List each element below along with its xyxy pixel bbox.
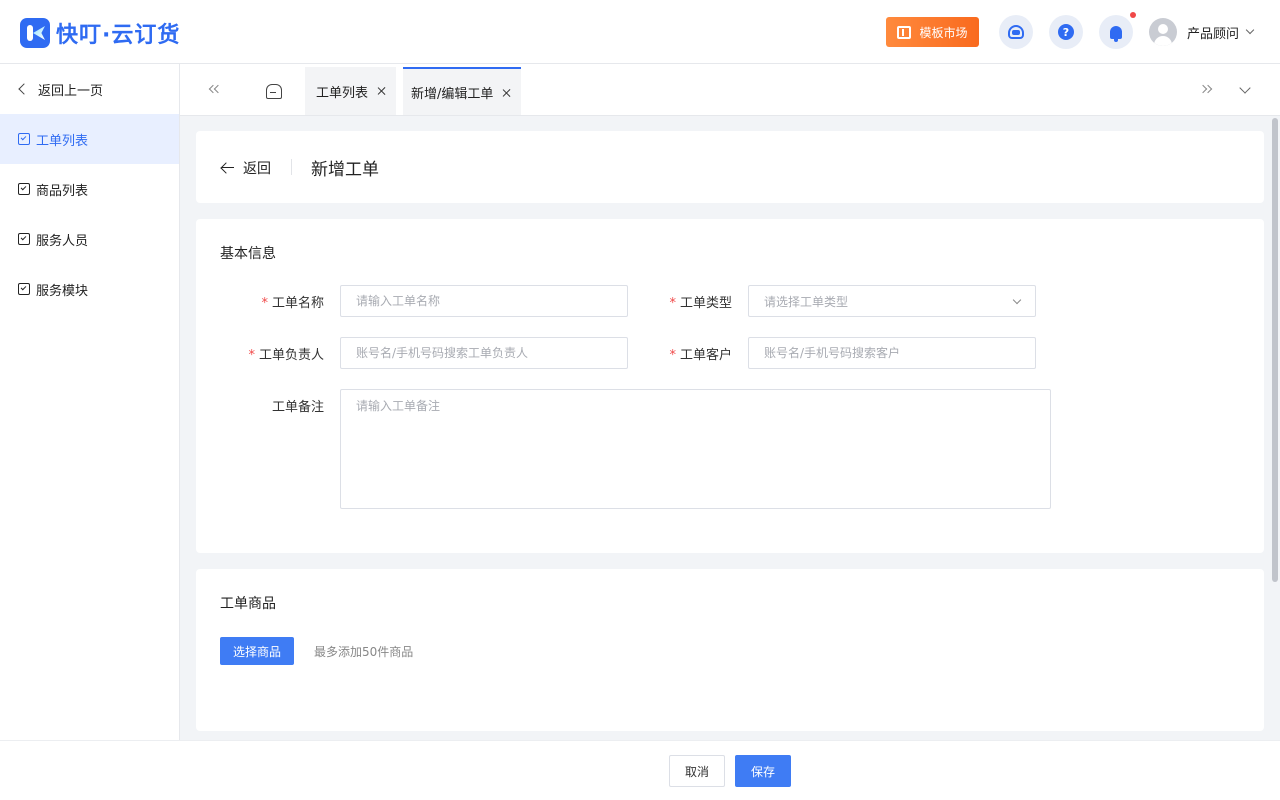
avatar bbox=[1149, 18, 1177, 46]
close-icon[interactable] bbox=[377, 86, 387, 96]
close-icon[interactable] bbox=[502, 88, 512, 98]
required-mark: * bbox=[248, 348, 255, 363]
ticket-owner-label-text: 工单负责人 bbox=[258, 348, 324, 363]
sidebar-item-label: 服务人员 bbox=[36, 233, 89, 249]
ticket-owner-label: * 工单负责人 bbox=[214, 344, 324, 363]
user-menu[interactable]: 产品顾问 bbox=[1149, 18, 1255, 46]
required-mark: * bbox=[669, 296, 676, 311]
goods-limit-hint: 最多添加50件商品 bbox=[314, 645, 414, 659]
back-label: 返回 bbox=[243, 161, 271, 177]
scrollbar-thumb[interactable] bbox=[1272, 118, 1278, 582]
select-goods-button[interactable]: 选择商品 bbox=[220, 637, 294, 665]
tab-edit-ticket[interactable]: 新增/编辑工单 bbox=[403, 67, 521, 115]
home-icon[interactable] bbox=[265, 82, 282, 99]
customer-service-button[interactable] bbox=[999, 15, 1033, 49]
brand-logo[interactable]: 快叮·云订货 bbox=[20, 17, 180, 49]
headset-icon bbox=[1008, 25, 1024, 39]
user-name: 产品顾问 bbox=[1187, 26, 1240, 42]
page-title: 新增工单 bbox=[311, 160, 379, 180]
scroll-tabs-left-icon[interactable] bbox=[208, 83, 223, 97]
ticket-remark-textarea[interactable] bbox=[340, 389, 1051, 509]
required-mark: * bbox=[669, 348, 676, 363]
calendar-check-icon bbox=[18, 283, 30, 295]
sidebar-item-label: 服务模块 bbox=[36, 283, 89, 299]
tabs-menu-chevron-icon[interactable] bbox=[1239, 82, 1251, 94]
scroll-tabs-right-icon[interactable] bbox=[1198, 83, 1214, 97]
template-market-button[interactable]: 模板市场 bbox=[886, 17, 979, 47]
tab-label: 新增/编辑工单 bbox=[411, 86, 494, 102]
tab-label: 工单列表 bbox=[316, 85, 369, 101]
sidebar-item-product-list[interactable]: 商品列表 bbox=[0, 164, 179, 214]
notification-button[interactable] bbox=[1099, 15, 1133, 49]
brand-name: 快叮·云订货 bbox=[56, 23, 181, 48]
chevron-down-icon bbox=[1245, 25, 1255, 35]
ticket-name-input[interactable] bbox=[340, 285, 628, 317]
page-header-card: 返回 新增工单 bbox=[196, 131, 1264, 203]
sidebar-item-label: 商品列表 bbox=[36, 183, 89, 199]
ticket-goods-card: 工单商品 选择商品 最多添加50件商品 bbox=[196, 569, 1264, 731]
ticket-name-label-text: 工单名称 bbox=[271, 296, 324, 311]
tab-ticket-list[interactable]: 工单列表 bbox=[305, 67, 396, 115]
basic-info-card: 基本信息 *工单名称 *工单类型 请选择工单类型 *工单负责人 *工单客户 工单… bbox=[196, 219, 1264, 553]
calendar-check-icon bbox=[18, 233, 30, 245]
sidebar-back-label: 返回上一页 bbox=[38, 83, 104, 99]
template-icon bbox=[897, 25, 912, 39]
sidebar-item-ticket-list[interactable]: 工单列表 bbox=[0, 114, 179, 164]
sidebar-item-label: 工单列表 bbox=[36, 133, 89, 149]
question-icon: ? bbox=[1058, 24, 1074, 40]
sidebar-back-link[interactable]: 返回上一页 bbox=[0, 64, 179, 114]
ticket-customer-input[interactable] bbox=[748, 337, 1036, 369]
required-mark: * bbox=[261, 296, 268, 311]
ticket-type-select[interactable]: 请选择工单类型 bbox=[748, 285, 1036, 317]
calendar-check-icon bbox=[18, 183, 30, 195]
help-button[interactable]: ? bbox=[1049, 15, 1083, 49]
footer-action-bar: 取消 保存 bbox=[0, 740, 1280, 800]
section-title-basic-info: 基本信息 bbox=[220, 246, 276, 262]
chevron-left-icon bbox=[18, 83, 30, 95]
ticket-owner-input[interactable] bbox=[340, 337, 628, 369]
ticket-customer-label-text: 工单客户 bbox=[679, 348, 732, 363]
chevron-down-icon bbox=[1012, 295, 1022, 305]
sidebar-item-service-staff[interactable]: 服务人员 bbox=[0, 214, 179, 264]
save-button[interactable]: 保存 bbox=[735, 755, 791, 787]
sidebar-item-service-module[interactable]: 服务模块 bbox=[0, 264, 179, 314]
top-header: 快叮·云订货 模板市场 ? 产品顾问 bbox=[0, 0, 1280, 64]
ticket-name-label: * 工单名称 bbox=[214, 292, 324, 311]
ticket-type-label: * 工单类型 bbox=[622, 292, 732, 311]
divider bbox=[291, 159, 292, 175]
calendar-check-icon bbox=[18, 133, 30, 145]
back-button[interactable]: 返回 bbox=[221, 158, 271, 178]
sidebar: 返回上一页 工单列表 商品列表 服务人员 服务模块 bbox=[0, 64, 180, 740]
brand-logo-icon bbox=[20, 18, 50, 48]
section-title-goods: 工单商品 bbox=[220, 596, 276, 612]
ticket-type-placeholder: 请选择工单类型 bbox=[764, 294, 849, 309]
arrow-left-icon bbox=[221, 161, 235, 175]
template-market-label: 模板市场 bbox=[919, 25, 968, 40]
ticket-remark-label: 工单备注 bbox=[271, 400, 324, 415]
tab-bar: 工单列表 新增/编辑工单 bbox=[180, 64, 1280, 116]
bell-icon bbox=[1110, 25, 1122, 42]
ticket-customer-label: * 工单客户 bbox=[622, 344, 732, 363]
notification-badge bbox=[1130, 12, 1136, 18]
ticket-type-label-text: 工单类型 bbox=[679, 296, 732, 311]
cancel-button[interactable]: 取消 bbox=[669, 755, 725, 787]
